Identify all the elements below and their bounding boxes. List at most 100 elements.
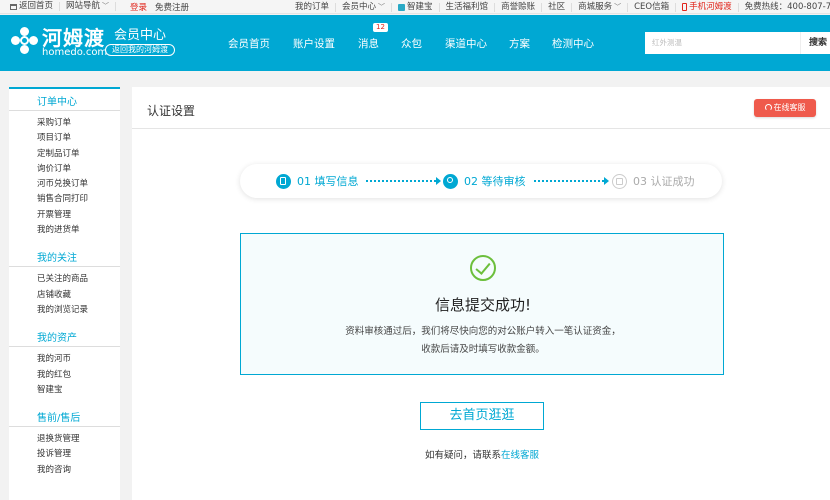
- success-title: 信息提交成功!: [434, 296, 531, 314]
- ceo-mail-link[interactable]: CEO信箱: [628, 2, 677, 12]
- calendar-icon: [612, 173, 627, 189]
- sidebar-aftersale-list: 退换货管理 投诉管理 我的咨询: [9, 427, 120, 484]
- nav-messages[interactable]: 消息 12: [358, 22, 388, 51]
- main-panel: 认证设置 在线客服 01 填写信息 02 等待审核 03 认证成功 信息提交成功…: [132, 87, 830, 500]
- site-nav-label: 网站导航: [66, 1, 101, 11]
- step-connector: [534, 180, 604, 182]
- login-link[interactable]: 登录: [116, 1, 155, 13]
- chevron-down-icon: ﹀: [378, 2, 386, 11]
- user-icon: [443, 173, 458, 189]
- sidebar-item-my-coins[interactable]: 我的河币: [37, 352, 120, 367]
- online-service-link[interactable]: 在线客服: [501, 450, 539, 461]
- bag-icon: [398, 3, 406, 11]
- home-icon: [10, 3, 17, 10]
- sidebar-item-followed-products[interactable]: 已关注的商品: [37, 272, 120, 287]
- search-button[interactable]: 搜索: [800, 32, 830, 54]
- topbar-left: 返回首页 网站导航 ﹀ 登录 免费注册: [0, 1, 195, 13]
- sidebar-item-shop-favorites[interactable]: 店铺收藏: [37, 288, 120, 303]
- sidebar: 订单中心 采购订单 项目订单 定制品订单 询价订单 河币兑换订单 销售合同打印 …: [9, 87, 120, 500]
- topbar-right: 我的订单 会员中心 ﹀ 智建宝 生活福利馆 商誉赊账 社区 商城服务 ﹀ CEO信箱…: [289, 0, 830, 14]
- search-input[interactable]: 红外测温: [645, 32, 800, 54]
- sidebar-section-assets: 我的资产: [9, 331, 120, 348]
- logo-en: homedo.com: [42, 47, 108, 58]
- welfare-link[interactable]: 生活福利馆: [440, 2, 496, 12]
- step-fill-info-label: 01 填写信息: [297, 175, 359, 188]
- step-review-label: 02 等待审核: [464, 175, 526, 188]
- step-review: 02 等待审核: [443, 173, 526, 189]
- chevron-down-icon: ﹀: [102, 2, 110, 10]
- success-line-2: 收款后请及时填写收款金额。: [421, 344, 545, 355]
- sidebar-section-orders: 订单中心: [9, 87, 120, 111]
- sidebar-orders-list: 采购订单 项目订单 定制品订单 询价订单 河币兑换订单 销售合同打印 开票管理 …: [9, 111, 120, 244]
- step-success-label: 03 认证成功: [633, 175, 695, 188]
- nav-channel-center[interactable]: 渠道中心: [445, 36, 487, 51]
- my-orders-link[interactable]: 我的订单: [289, 2, 337, 12]
- success-line-1: 资料审核通过后，我们将尽快向您的对公账户转入一笔认证资金，: [345, 326, 621, 337]
- document-icon: [276, 173, 291, 189]
- sidebar-item-custom-orders[interactable]: 定制品订单: [37, 147, 120, 162]
- community-link[interactable]: 社区: [542, 2, 573, 12]
- arrow-right-icon: [436, 177, 441, 185]
- sidebar-item-returns[interactable]: 退换货管理: [37, 432, 120, 447]
- sidebar-follows-list: 已关注的商品 店铺收藏 我的浏览记录: [9, 267, 120, 324]
- sidebar-item-red-packets[interactable]: 我的红包: [37, 368, 120, 383]
- online-service-button[interactable]: 在线客服: [754, 99, 816, 117]
- top-utility-bar: 返回首页 网站导航 ﹀ 登录 免费注册 我的订单 会员中心 ﹀ 智建宝 生活福利馆 …: [0, 0, 830, 14]
- site-header: 河姆渡 homedo.com 会员中心 返回我的河姆渡 会员首页 账户设置 消息…: [0, 15, 830, 71]
- sidebar-item-inquiry-orders[interactable]: 询价订单: [37, 162, 120, 177]
- arrow-right-icon: [604, 177, 609, 185]
- mobile-link[interactable]: 手机河姆渡: [676, 1, 739, 12]
- logo-cn: 河姆渡: [42, 26, 105, 50]
- success-message-box: 信息提交成功! 资料审核通过后，我们将尽快向您的对公账户转入一笔认证资金， 收款…: [240, 233, 724, 375]
- nav-account-settings[interactable]: 账户设置: [293, 36, 335, 51]
- credit-link[interactable]: 商誉赊账: [495, 2, 543, 12]
- nav-member-home[interactable]: 会员首页: [228, 36, 270, 51]
- back-home-link[interactable]: 返回首页: [4, 1, 61, 11]
- sidebar-section-aftersale: 售前/售后: [9, 411, 120, 428]
- progress-steps: 01 填写信息 02 等待审核 03 认证成功: [240, 164, 722, 198]
- step-connector: [366, 180, 436, 182]
- sidebar-item-contract-print[interactable]: 销售合同打印: [37, 192, 120, 207]
- headset-icon: [764, 104, 772, 111]
- hotline-text: 免费热线：400-807-71: [744, 1, 830, 12]
- back-to-my-homedo-button[interactable]: 返回我的河姆渡: [105, 44, 175, 56]
- online-service-label: 在线客服: [773, 103, 806, 112]
- page-title: 认证设置: [147, 104, 196, 118]
- nav-crowdsource[interactable]: 众包: [401, 36, 422, 51]
- site-nav-dropdown[interactable]: 网站导航 ﹀: [60, 1, 117, 11]
- logo-icon: [11, 27, 39, 55]
- main-nav: 会员首页 账户设置 消息 12 众包 渠道中心 方案 检测中心: [228, 15, 594, 71]
- zhijianbao-link[interactable]: 智建宝: [392, 1, 440, 12]
- sidebar-item-invoice[interactable]: 开票管理: [37, 208, 120, 223]
- check-circle-icon: [470, 255, 496, 281]
- mall-service-link[interactable]: 商城服务 ﹀: [572, 1, 629, 12]
- register-link[interactable]: 免费注册: [155, 1, 195, 13]
- zhijianbao-label: 智建宝: [407, 1, 433, 12]
- sidebar-item-complaints[interactable]: 投诉管理: [37, 447, 120, 462]
- sidebar-item-stock-list[interactable]: 我的进货单: [37, 223, 120, 238]
- go-home-button[interactable]: 去首页逛逛: [420, 402, 544, 430]
- member-center-label: 会员中心: [342, 1, 377, 12]
- sidebar-item-zhijianbao[interactable]: 智建宝: [37, 383, 120, 398]
- nav-testing-center[interactable]: 检测中心: [552, 36, 594, 51]
- sidebar-item-project-orders[interactable]: 项目订单: [37, 131, 120, 146]
- message-count-badge: 12: [373, 22, 388, 32]
- mobile-label: 手机河姆渡: [689, 1, 732, 12]
- member-center-title: 会员中心: [114, 28, 167, 43]
- sidebar-item-coin-orders[interactable]: 河币兑换订单: [37, 177, 120, 192]
- logo[interactable]: 河姆渡 homedo.com: [11, 27, 107, 58]
- chevron-down-icon: ﹀: [614, 2, 622, 11]
- member-center-link[interactable]: 会员中心 ﹀: [336, 1, 393, 12]
- success-description: 资料审核通过后，我们将尽快向您的对公账户转入一笔认证资金， 收款后请及时填写收款…: [241, 323, 725, 359]
- sidebar-item-browse-history[interactable]: 我的浏览记录: [37, 303, 120, 318]
- sidebar-item-purchase-orders[interactable]: 采购订单: [37, 116, 120, 131]
- phone-icon: [682, 3, 688, 11]
- title-divider: [132, 128, 830, 129]
- mall-service-label: 商城服务: [578, 1, 613, 12]
- sidebar-item-consultations[interactable]: 我的咨询: [37, 463, 120, 478]
- nav-messages-label: 消息: [358, 37, 379, 50]
- back-home-label: 返回首页: [19, 1, 54, 11]
- nav-solutions[interactable]: 方案: [509, 36, 530, 51]
- logo-text: 河姆渡 homedo.com: [42, 27, 107, 58]
- step-success: 03 认证成功: [612, 173, 695, 189]
